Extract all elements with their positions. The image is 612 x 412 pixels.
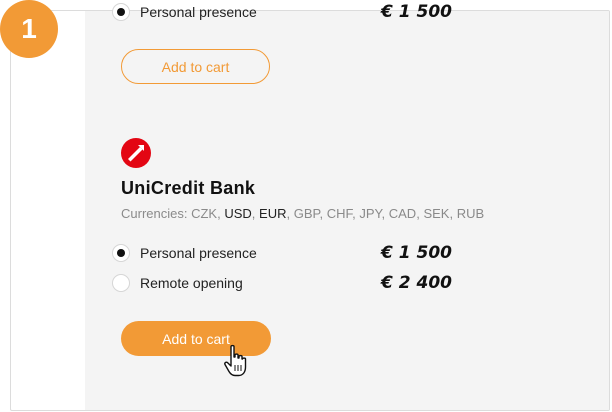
previous-option-row[interactable]: Personal presence € 1 500 bbox=[112, 0, 452, 24]
currency-rub: RUB bbox=[456, 206, 485, 221]
option-row-personal-presence[interactable]: Personal presence € 1 500 bbox=[112, 241, 452, 265]
hand-pointer-icon bbox=[224, 344, 247, 377]
unicredit-logo-icon bbox=[121, 138, 151, 168]
currency-items: CZK, USD, EUR, GBP, CHF, JPY, CAD, SEK, … bbox=[191, 206, 485, 221]
currency-cad: CAD bbox=[388, 206, 417, 221]
add-to-cart-button[interactable]: Add to cart bbox=[121, 321, 271, 356]
previous-option-radio[interactable] bbox=[112, 3, 130, 21]
previous-option-label: Personal presence bbox=[140, 4, 257, 20]
currency-chf: CHF bbox=[326, 206, 353, 221]
option-radio-personal-presence[interactable] bbox=[112, 244, 130, 262]
previous-option-price: € 1 500 bbox=[381, 2, 452, 22]
option-radio-remote-opening[interactable] bbox=[112, 274, 130, 292]
bank-name: UniCredit Bank bbox=[121, 178, 256, 198]
option-row-remote-opening[interactable]: Remote opening € 2 400 bbox=[112, 271, 452, 295]
currency-list: Currencies: CZK, USD, EUR, GBP, CHF, JPY… bbox=[121, 206, 484, 221]
step-badge: 1 bbox=[0, 0, 58, 58]
currency-sek: SEK bbox=[423, 206, 450, 221]
currency-gbp: GBP bbox=[293, 206, 320, 221]
currencies-prefix: Currencies: bbox=[121, 206, 188, 221]
option-price-personal-presence: € 1 500 bbox=[381, 243, 452, 263]
currency-eur: EUR bbox=[259, 206, 287, 221]
currency-czk: CZK bbox=[191, 206, 218, 221]
option-label-remote-opening: Remote opening bbox=[140, 275, 243, 291]
option-label-personal-presence: Personal presence bbox=[140, 245, 257, 261]
currency-usd: USD bbox=[224, 206, 252, 221]
option-price-remote-opening: € 2 400 bbox=[381, 273, 452, 293]
previous-add-to-cart-button[interactable]: Add to cart bbox=[121, 49, 270, 84]
currency-jpy: JPY bbox=[359, 206, 382, 221]
